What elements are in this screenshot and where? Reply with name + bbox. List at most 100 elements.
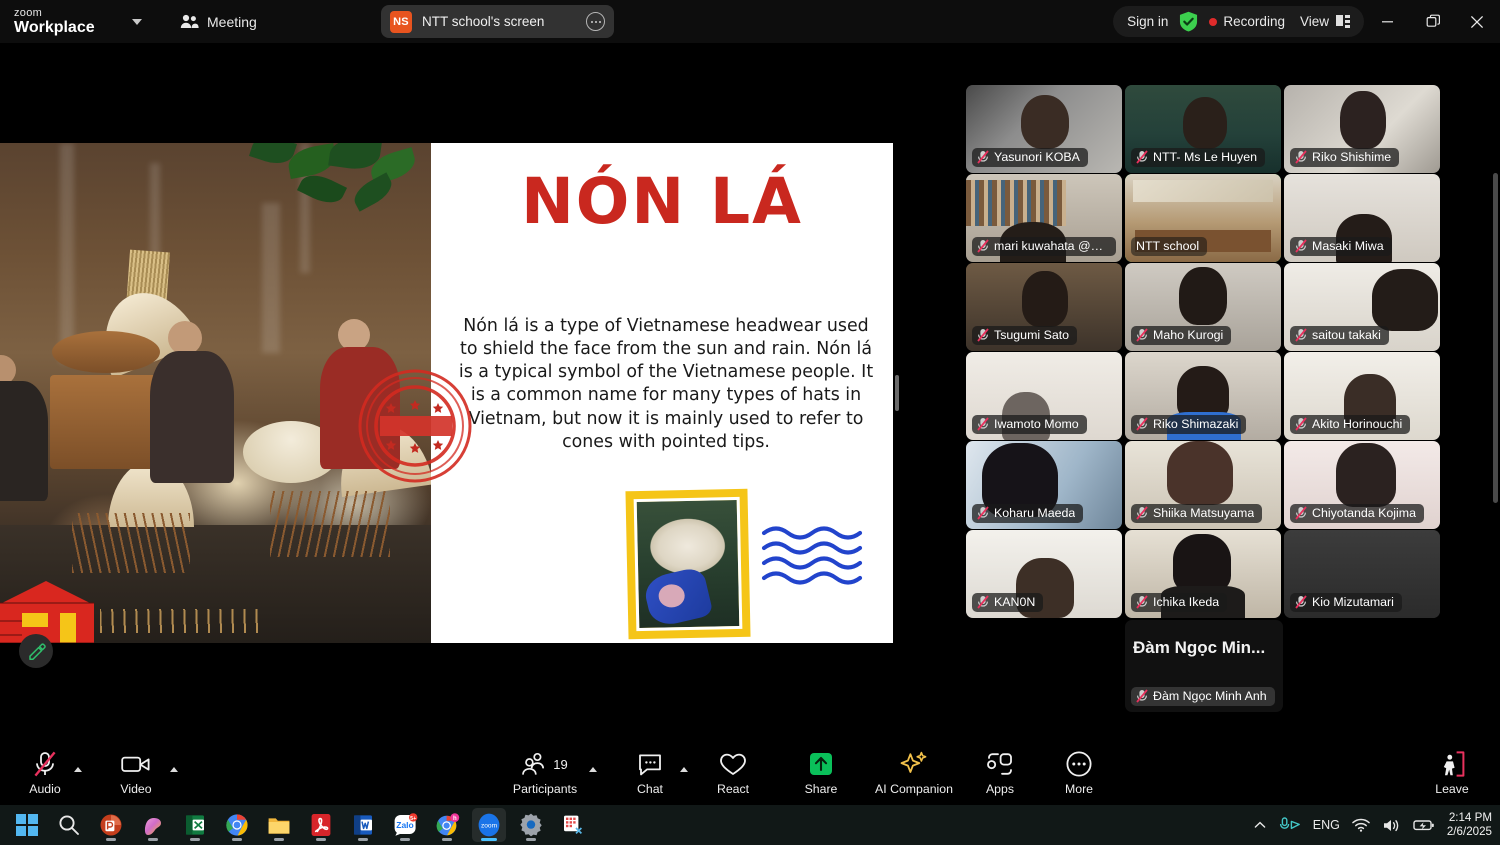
participants-button[interactable]: 19 Participants [505, 749, 585, 796]
participant-nametag: Riko Shishime [1290, 148, 1400, 167]
participant-tile[interactable]: Tsugumi Sato [966, 263, 1122, 351]
participant-tile-active-speaker[interactable]: NTT school [1125, 174, 1281, 262]
gallery-scrollbar[interactable] [1493, 173, 1498, 503]
participant-tile[interactable]: Masaki Miwa [1284, 174, 1440, 262]
mic-muted-icon [1136, 689, 1148, 703]
search-button[interactable] [52, 808, 86, 842]
window-close-button[interactable] [1454, 0, 1500, 43]
brand-zoom: zoom [14, 6, 43, 19]
apps-icon [986, 749, 1014, 779]
window-maximize-button[interactable] [1410, 0, 1456, 43]
mic-muted-icon [977, 595, 989, 609]
audio-options-button[interactable] [70, 761, 86, 777]
participants-icon [522, 752, 545, 775]
participant-tile[interactable]: Maho Kurogi [1125, 263, 1281, 351]
tab-meeting[interactable]: Meeting [170, 9, 267, 35]
participant-name: Kio Mizutamari [1312, 595, 1394, 609]
battery-tray-icon[interactable] [1413, 818, 1435, 832]
sign-in-button[interactable]: Sign in [1127, 14, 1168, 29]
more-button[interactable]: More [1042, 749, 1116, 796]
show-hidden-icons-button[interactable] [1253, 818, 1267, 832]
file-explorer-icon[interactable] [262, 808, 296, 842]
participant-tile[interactable]: saitou takaki [1284, 263, 1440, 351]
workspace-switcher-button[interactable] [126, 13, 148, 31]
copilot-icon[interactable] [136, 808, 170, 842]
wifi-tray-icon[interactable] [1352, 818, 1370, 832]
zalo-icon[interactable]: Zalo 5+ [388, 808, 422, 842]
annotate-button[interactable] [19, 634, 53, 668]
slide-title: NÓN LÁ [521, 165, 803, 238]
chevron-up-icon [1254, 821, 1266, 828]
excel-icon[interactable] [178, 808, 212, 842]
windows-taskbar: Zalo 5+ h zoom ENG 2:14 PM 2/6/2025 [0, 805, 1500, 845]
acrobat-icon[interactable] [304, 808, 338, 842]
spotlight-display-name: Đàm Ngọc Min... [1133, 638, 1266, 657]
react-button[interactable]: React [696, 749, 770, 796]
share-screen-icon [808, 749, 834, 779]
participant-name: Masaki Miwa [1312, 239, 1384, 253]
powerpoint-icon[interactable] [94, 808, 128, 842]
snipping-tool-icon[interactable] [556, 808, 590, 842]
word-icon[interactable] [346, 808, 380, 842]
avatar [1340, 91, 1386, 149]
zoom-icon[interactable]: zoom [472, 808, 506, 842]
participant-tile[interactable]: Chiyotanda Kojima [1284, 441, 1440, 529]
participant-name: Yasunori KOBA [994, 150, 1080, 164]
participant-tile[interactable]: mari kuwahata @oomi... [966, 174, 1122, 262]
recording-label: Recording [1223, 14, 1285, 29]
participant-tile[interactable]: KAN0N [966, 530, 1122, 618]
more-options-icon[interactable] [586, 12, 605, 31]
ai-companion-button[interactable]: AI Companion [860, 749, 968, 796]
video-options-button[interactable] [166, 761, 182, 777]
speaker-tray-icon[interactable] [1382, 818, 1401, 833]
participant-tile[interactable]: Riko Shimazaki [1125, 352, 1281, 440]
participant-tile[interactable]: Iwamoto Momo [966, 352, 1122, 440]
participants-options-button[interactable] [585, 761, 601, 777]
svg-text:h: h [452, 815, 456, 821]
chat-options-button[interactable] [676, 761, 692, 777]
participant-nametag: KAN0N [972, 593, 1044, 612]
participant-nametag: Akito Horinouchi [1290, 415, 1411, 434]
shared-slide[interactable]: NÓN LÁ Nón lá is a type of Vietnamese he… [0, 143, 893, 643]
chrome-icon[interactable] [220, 808, 254, 842]
recording-indicator[interactable]: Recording [1209, 14, 1285, 29]
participant-tile-spotlight[interactable]: Đàm Ngọc Min... Đàm Ngọc Minh Anh [1125, 620, 1283, 712]
participant-nametag: Tsugumi Sato [972, 326, 1078, 345]
participant-tile[interactable]: Kio Mizutamari [1284, 530, 1440, 618]
start-button[interactable] [10, 808, 44, 842]
clock[interactable]: 2:14 PM 2/6/2025 [1447, 811, 1492, 840]
window-minimize-button[interactable] [1364, 0, 1410, 43]
leave-button[interactable]: Leave [1415, 749, 1489, 796]
mic-muted-icon [1295, 506, 1307, 520]
participant-tile[interactable]: Yasunori KOBA [966, 85, 1122, 173]
minimize-icon [1381, 21, 1393, 23]
participant-tile[interactable]: Ichika Ikeda [1125, 530, 1281, 618]
participant-tile[interactable]: Riko Shishime [1284, 85, 1440, 173]
chrome-secondary-icon[interactable]: h [430, 808, 464, 842]
participant-name: KAN0N [994, 595, 1036, 609]
windows-logo-icon [16, 814, 38, 836]
apps-button[interactable]: Apps [963, 749, 1037, 796]
layout-grid-icon [1336, 15, 1350, 28]
view-layout-button[interactable]: View [1300, 14, 1350, 29]
participant-tile[interactable]: NTT- Ms Le Huyen [1125, 85, 1281, 173]
participant-name: Riko Shishime [1312, 150, 1392, 164]
tab-shared-screen[interactable]: NS NTT school's screen [381, 5, 614, 38]
mic-muted-icon [1136, 595, 1148, 609]
share-resize-handle[interactable] [893, 143, 901, 643]
avatar [1372, 269, 1438, 331]
participant-name: NTT school [1136, 239, 1200, 253]
zoom-title-bar: zoom Workplace Meeting NS NTT school's s… [0, 0, 1500, 43]
video-button[interactable]: Video [99, 749, 173, 796]
participant-nametag: Kio Mizutamari [1290, 593, 1402, 612]
participant-name: Akito Horinouchi [1312, 417, 1403, 431]
settings-icon[interactable] [514, 808, 548, 842]
participant-tile[interactable]: Akito Horinouchi [1284, 352, 1440, 440]
participant-tile[interactable]: Koharu Maeda [966, 441, 1122, 529]
brand-workplace: Workplace [14, 18, 95, 36]
participant-tile[interactable]: Shiika Matsuyama [1125, 441, 1281, 529]
language-indicator[interactable]: ENG [1313, 818, 1340, 832]
share-screen-button[interactable]: Share [784, 749, 858, 796]
shared-screen-stage: NÓN LÁ Nón lá is a type of Vietnamese he… [0, 43, 960, 743]
mic-tray-icon[interactable] [1279, 817, 1301, 833]
